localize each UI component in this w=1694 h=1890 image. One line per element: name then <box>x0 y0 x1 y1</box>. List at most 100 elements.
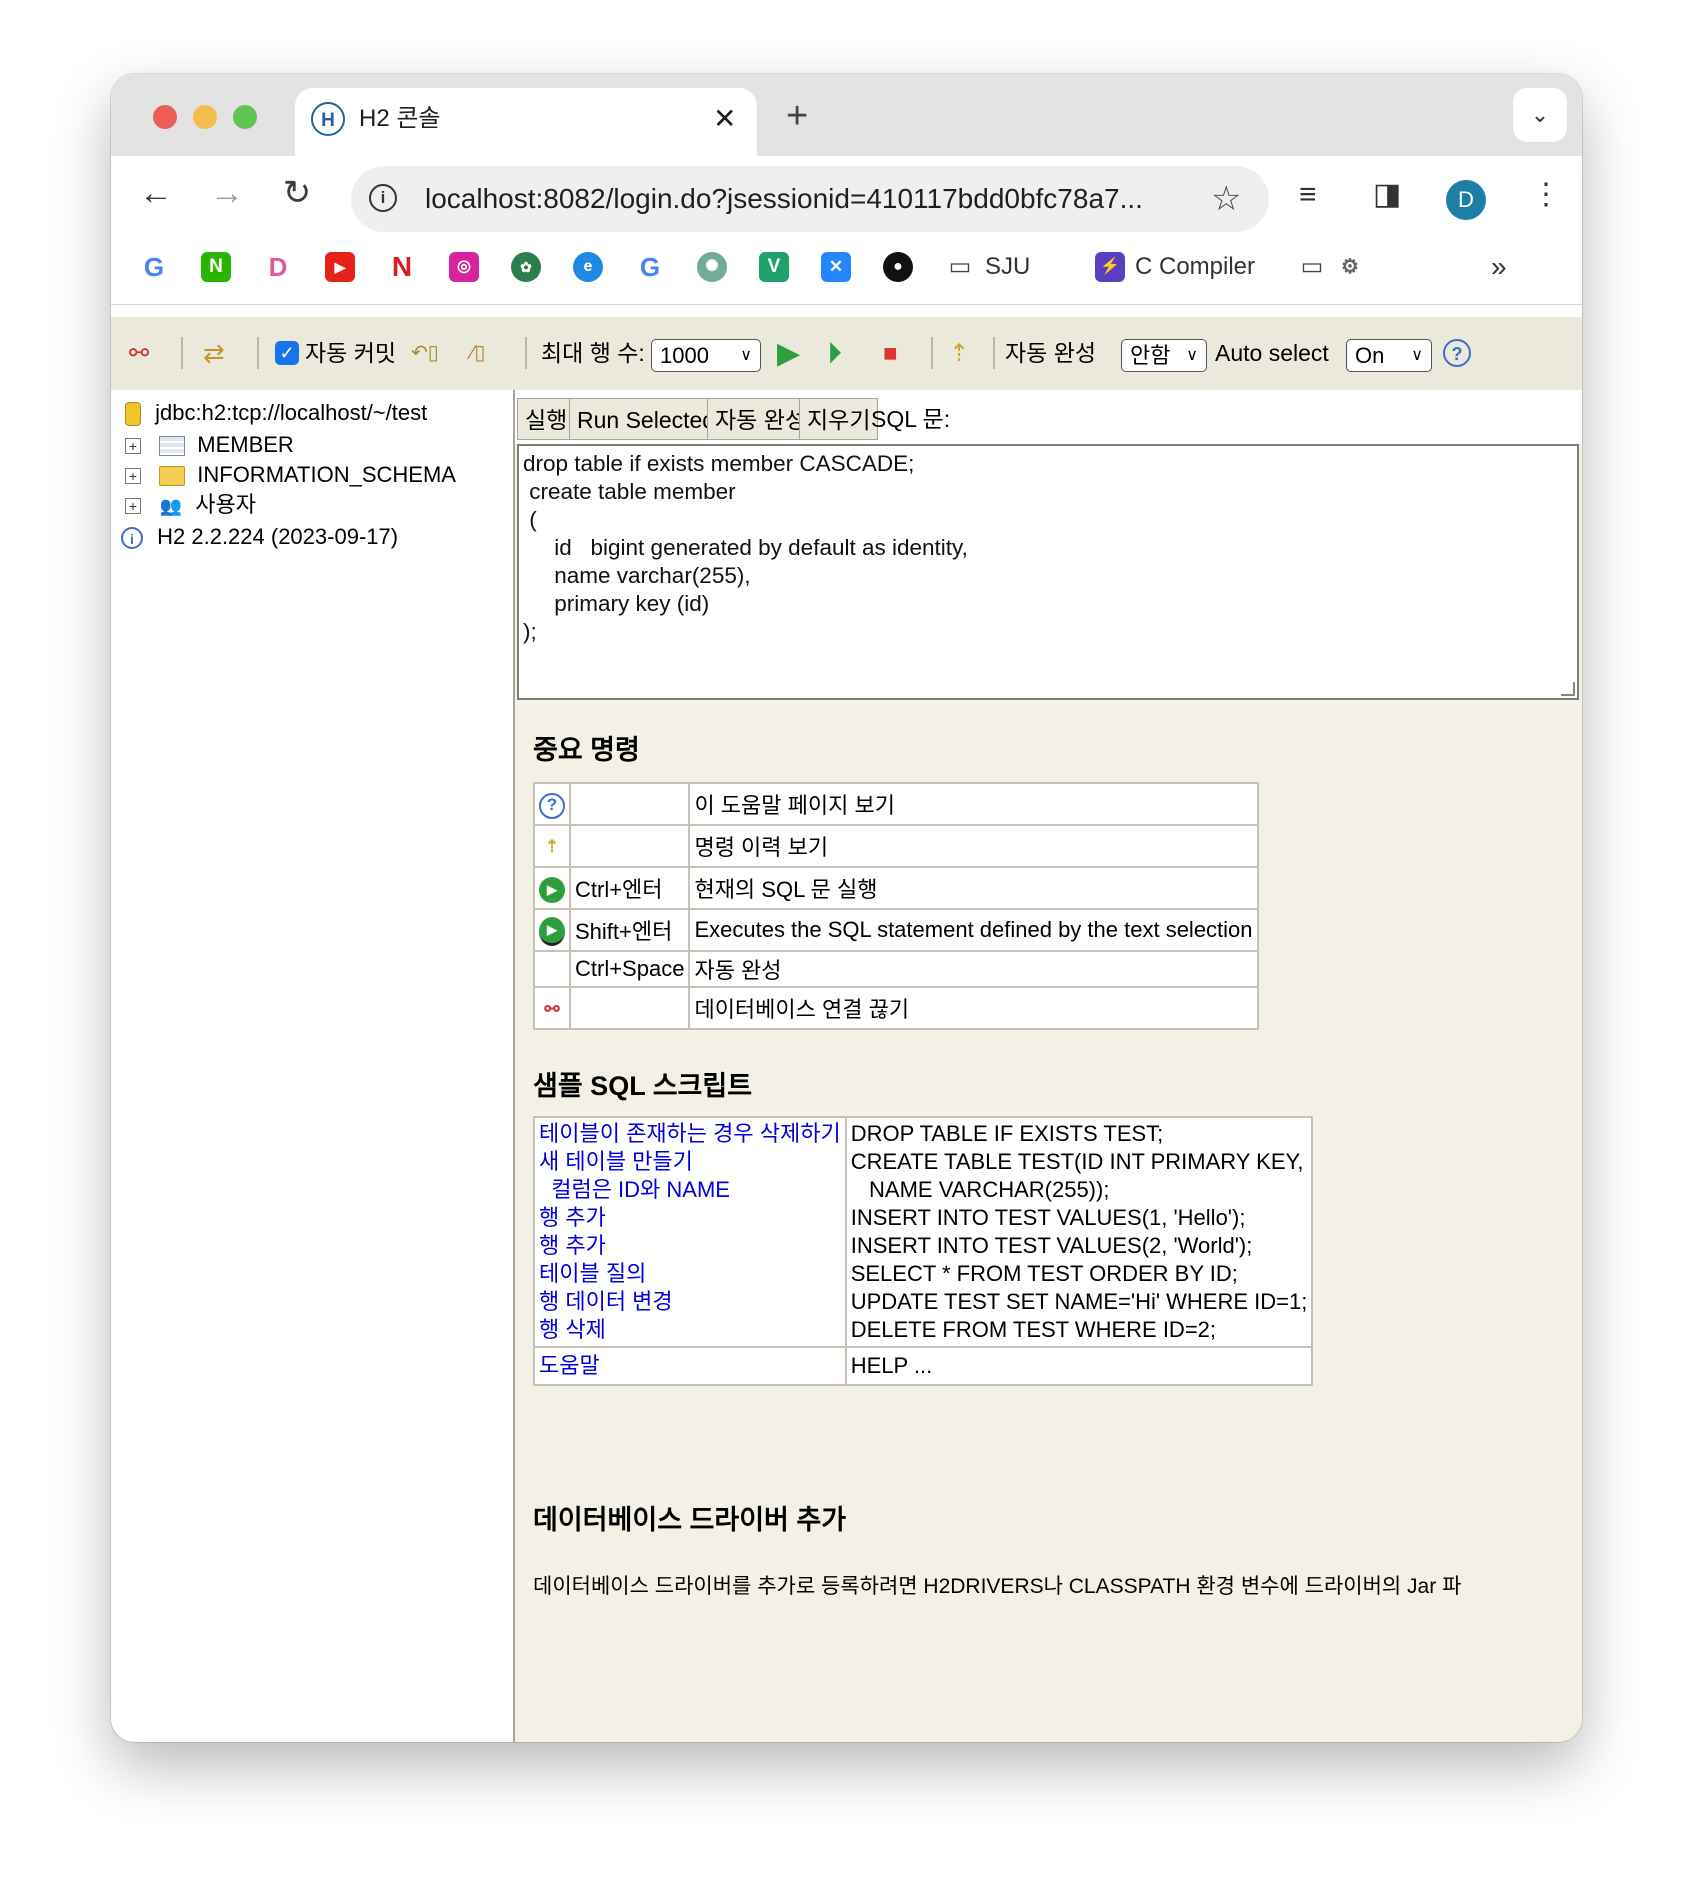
sample-sql-line: INSERT INTO TEST VALUES(2, 'World'); <box>850 1233 1253 1258</box>
browser-window: H H2 콘솔 ✕ + ⌄ ← → ↻ i localhost:8082/log… <box>111 74 1582 1742</box>
tree-version: i H2 2.2.224 (2023-09-17) <box>121 522 398 552</box>
github-bookmark-icon[interactable]: ● <box>883 250 913 284</box>
sql-editor-text[interactable]: drop table if exists member CASCADE; cre… <box>523 450 968 646</box>
tree-item-users[interactable]: + 👥 사용자 <box>125 490 256 520</box>
tab-search-chevron-icon[interactable]: ⌄ <box>1513 88 1567 142</box>
bookmark-star-icon[interactable]: ☆ <box>1211 166 1241 232</box>
users-icon: 👥 <box>159 496 183 517</box>
more-bookmarks-icon[interactable]: » <box>1491 250 1507 284</box>
side-panel-icon[interactable]: ◨ <box>1373 170 1401 220</box>
table-row: ▶ Ctrl+엔터 현재의 SQL 문 실행 <box>533 866 1259 910</box>
google-bookmark-icon-2[interactable]: G <box>635 250 665 284</box>
help-icon[interactable]: ? <box>1443 339 1471 367</box>
close-window-button[interactable] <box>153 105 177 129</box>
table-icon <box>159 436 186 457</box>
gear-icon: ⚙ <box>1335 251 1365 282</box>
media-queue-icon[interactable]: ≡ <box>1299 170 1317 220</box>
resize-handle[interactable] <box>1561 682 1575 696</box>
tab-title: H2 콘솔 <box>359 105 441 132</box>
browser-toolbar: ← → ↻ i localhost:8082/login.do?jsession… <box>111 156 1582 232</box>
table-row: ⚯ 데이터베이스 연결 끊기 <box>533 986 1259 1030</box>
sample-sql-line: DROP TABLE IF EXISTS TEST; <box>850 1121 1164 1146</box>
sample-sql-line: CREATE TABLE TEST(ID INT PRIMARY KEY, <box>850 1149 1304 1174</box>
url-text[interactable]: localhost:8082/login.do?jsessionid=41011… <box>425 166 1143 232</box>
sample-link[interactable]: 새 테이블 만들기 <box>539 1148 841 1176</box>
instagram-bookmark-icon[interactable]: ◎ <box>449 250 479 284</box>
edge-bookmark-icon[interactable]: e <box>573 250 603 284</box>
chatgpt-green-bookmark-icon[interactable]: ✿ <box>511 250 541 284</box>
run-selected-icon[interactable]: ⏵ <box>827 317 842 390</box>
sample-sql-line: INSERT INTO TEST VALUES(1, 'Hello'); <box>850 1205 1246 1230</box>
new-tab-icon[interactable]: + <box>786 96 808 136</box>
stop-icon[interactable]: ■ <box>883 317 898 390</box>
sample-sql-line: SELECT * FROM TEST ORDER BY ID; <box>850 1261 1238 1286</box>
h2-toolbar: ⚯ ⇄ ✓ 자동 커밋 ↶▯ ⁄▯ 최대 행 수: 1000 ∨ ▶ ⏵ ■ ⇡ … <box>111 317 1582 390</box>
h2-favicon-icon: H <box>311 102 345 136</box>
d-bookmark-icon[interactable]: D <box>263 250 293 284</box>
history-icon[interactable]: ⇡ <box>949 317 969 390</box>
add-driver-text: 데이터베이스 드라이버를 추가로 등록하려면 H2DRIVERS나 CLASSP… <box>533 1575 1462 1598</box>
browser-tab[interactable]: H H2 콘솔 ✕ <box>295 88 757 156</box>
more-menu-icon[interactable]: ⋮ <box>1531 170 1561 220</box>
expand-icon[interactable]: + <box>125 468 141 485</box>
query-pane: 실행 Run Selected 자동 완성 지우기 SQL 문: drop ta… <box>515 390 1582 1742</box>
netflix-bookmark-icon[interactable]: N <box>387 250 417 284</box>
commit-icon[interactable]: ⁄▯ <box>471 317 485 390</box>
run-selected-button[interactable]: Run Selected <box>569 398 724 440</box>
address-bar[interactable]: i localhost:8082/login.do?jsessionid=410… <box>351 166 1269 232</box>
sql-editor-textarea[interactable]: drop table if exists member CASCADE; cre… <box>517 444 1579 700</box>
bookmark-folder-sju[interactable]: ▭ SJU <box>945 250 1030 284</box>
tree-item-information-schema[interactable]: + INFORMATION_SCHEMA <box>125 460 456 490</box>
autocomplete-select[interactable]: 안함 ∨ <box>1121 339 1207 372</box>
expand-icon[interactable]: + <box>125 498 141 515</box>
tree-connection[interactable]: jdbc:h2:tcp://localhost/~/test <box>125 398 427 428</box>
minimize-window-button[interactable] <box>193 105 217 129</box>
table-row: ⇡ 명령 이력 보기 <box>533 824 1259 868</box>
disconnect-icon: ⚯ <box>544 998 560 1019</box>
back-arrow-icon[interactable]: ← <box>133 168 179 218</box>
folder-icon: ▭ <box>945 252 975 282</box>
vue-bookmark-icon[interactable]: V <box>759 250 789 284</box>
openai-bookmark-icon[interactable]: ✺ <box>697 250 727 284</box>
maximize-window-button[interactable] <box>233 105 257 129</box>
jira-bookmark-icon[interactable]: ✕ <box>821 250 851 284</box>
execute-button[interactable]: 실행 <box>517 398 576 440</box>
rollback-icon[interactable]: ↶▯ <box>411 317 439 390</box>
sample-link[interactable]: 행 삭제 <box>539 1316 841 1344</box>
table-row: 테이블이 존재하는 경우 삭제하기 새 테이블 만들기 컬럼은 ID와 NAME… <box>533 1116 1314 1348</box>
naver-bookmark-icon[interactable]: N <box>201 250 231 284</box>
reload-icon[interactable]: ↻ <box>274 168 320 218</box>
toolbar-separator <box>257 337 259 369</box>
sample-sql-line: DELETE FROM TEST WHERE ID=2; <box>850 1317 1217 1342</box>
sample-link[interactable]: 행 추가 <box>539 1204 841 1232</box>
bookmark-folder-unnamed[interactable]: ▭ ⚙ <box>1297 250 1365 284</box>
expand-icon[interactable]: + <box>125 438 141 455</box>
important-commands-table: ? 이 도움말 페이지 보기 ⇡ 명령 이력 보기 ▶ Ctrl+엔터 현재의 … <box>533 782 1259 1030</box>
help-link[interactable]: 도움말 <box>539 1352 841 1380</box>
tab-close-icon[interactable]: ✕ <box>713 102 736 136</box>
bookmark-c-compiler[interactable]: ⚡ C Compiler <box>1095 250 1255 284</box>
sample-link[interactable]: 행 추가 <box>539 1232 841 1260</box>
clear-button[interactable]: 지우기 <box>799 398 879 440</box>
google-bookmark-icon[interactable]: G <box>139 250 169 284</box>
profile-avatar[interactable]: D <box>1446 180 1486 220</box>
auto-commit-checkbox[interactable]: ✓ <box>275 341 299 365</box>
sample-link[interactable]: 테이블이 존재하는 경우 삭제하기 <box>539 1120 841 1148</box>
site-info-icon[interactable]: i <box>369 184 397 212</box>
run-icon[interactable]: ▶ <box>777 317 800 390</box>
refresh-icon[interactable]: ⇄ <box>203 317 225 390</box>
sample-link[interactable]: 행 데이터 변경 <box>539 1288 841 1316</box>
auto-commit-label: 자동 커밋 <box>305 340 397 366</box>
sample-link[interactable]: 테이블 질의 <box>539 1260 841 1288</box>
sample-sql-line: UPDATE TEST SET NAME='Hi' WHERE ID=1; <box>850 1289 1308 1314</box>
forward-arrow-icon[interactable]: → <box>204 168 250 218</box>
autocomplete-button[interactable]: 자동 완성 <box>707 398 815 440</box>
max-rows-select[interactable]: 1000 ∨ <box>651 339 761 372</box>
tree-item-member[interactable]: + MEMBER <box>125 430 294 460</box>
auto-select-select[interactable]: On ∨ <box>1346 339 1432 372</box>
chevron-down-icon: ∨ <box>740 347 752 364</box>
disconnect-icon[interactable]: ⚯ <box>129 317 149 390</box>
sample-link[interactable]: 컬럼은 ID와 NAME <box>539 1176 841 1204</box>
youtube-bookmark-icon[interactable]: ▶ <box>325 250 355 284</box>
tab-strip: H H2 콘솔 ✕ + ⌄ <box>111 74 1582 156</box>
